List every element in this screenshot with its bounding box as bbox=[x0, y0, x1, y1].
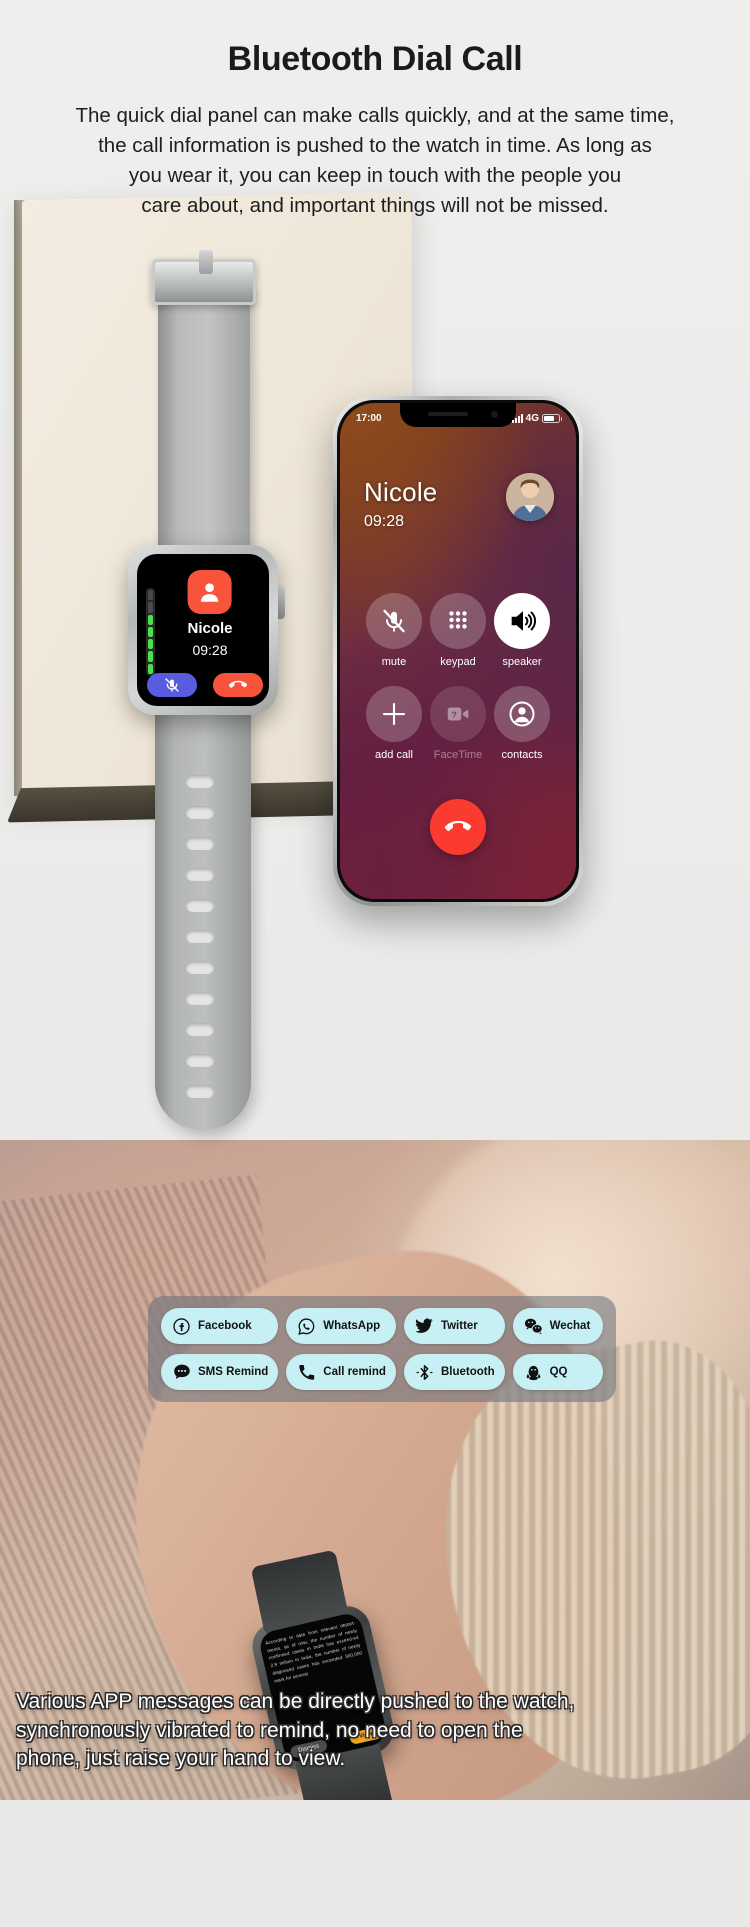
product-detail-page: Bluetooth Dial Call The quick dial panel… bbox=[0, 0, 750, 1927]
app-badge-label: Wechat bbox=[549, 1320, 591, 1332]
watch-case: Nicole 09:28 bbox=[128, 545, 278, 715]
svg-text:?: ? bbox=[452, 709, 457, 719]
phone-caller-name: Nicole bbox=[364, 477, 438, 507]
app-badge-label: Bluetooth bbox=[440, 1366, 495, 1378]
app-badge-wechat[interactable]: Wechat bbox=[512, 1308, 603, 1344]
mute-label: mute bbox=[381, 656, 407, 668]
app-badge-label: Facebook bbox=[198, 1320, 252, 1332]
app-badge-label: WhatsApp bbox=[323, 1320, 381, 1332]
phone-bezel: 17:00 4G Nicole 09:28 mute keypad speake… bbox=[337, 400, 579, 902]
phone-call-duration: 09:28 bbox=[364, 513, 405, 530]
app-badge-label: Call remind bbox=[323, 1366, 386, 1378]
keypad-label: keypad bbox=[440, 656, 476, 668]
wechat-icon bbox=[523, 1316, 544, 1337]
page-title: Bluetooth Dial Call bbox=[227, 40, 523, 78]
app-badge-whatsapp[interactable]: WhatsApp bbox=[286, 1308, 396, 1344]
facetime-video-icon: ? bbox=[430, 686, 486, 742]
page-description: The quick dial panel can make calls quic… bbox=[0, 101, 750, 222]
add-call-label: add call bbox=[375, 749, 413, 761]
app-badge-sms-remind[interactable]: SMS Remind bbox=[161, 1354, 279, 1390]
status-bar-indicators: 4G bbox=[511, 412, 562, 424]
watch-call-buttons bbox=[147, 673, 263, 697]
status-bar-time: 17:00 bbox=[356, 412, 382, 424]
watch-caller-avatar-icon bbox=[187, 570, 232, 614]
plus-icon bbox=[366, 686, 422, 742]
watch-call-duration: 09:28 bbox=[192, 642, 228, 658]
phone-handset-icon bbox=[296, 1362, 317, 1383]
qq-penguin-icon bbox=[523, 1362, 544, 1383]
network-label: 4G bbox=[525, 412, 539, 424]
phone-status-bar: 17:00 4G bbox=[340, 408, 576, 428]
app-badge-label: Twitter bbox=[440, 1320, 478, 1332]
facetime-label: FaceTime bbox=[433, 749, 483, 761]
watch-buckle bbox=[152, 250, 256, 305]
watch-end-call-button[interactable] bbox=[213, 673, 263, 697]
call-controls-grid: mute keypad speaker add call ? FaceTime … bbox=[340, 593, 576, 761]
mute-microphone-icon bbox=[366, 593, 422, 649]
speaker-label: speaker bbox=[502, 656, 542, 668]
avatar bbox=[506, 473, 554, 521]
description-line: The quick dial panel can make calls quic… bbox=[75, 104, 675, 127]
sms-bubble-icon bbox=[171, 1362, 192, 1383]
watch-strap-upper bbox=[158, 287, 250, 577]
facebook-icon bbox=[171, 1316, 192, 1337]
mute-button[interactable]: mute bbox=[362, 593, 426, 668]
app-badge-label: SMS Remind bbox=[198, 1366, 269, 1378]
speaker-button[interactable]: speaker bbox=[490, 593, 554, 668]
app-badge-bluetooth[interactable]: Bluetooth bbox=[403, 1354, 505, 1390]
caption-line: synchronously vibrated to remind, no nee… bbox=[16, 1718, 523, 1742]
smartphone: 17:00 4G Nicole 09:28 mute keypad speake… bbox=[333, 396, 583, 906]
caption-line: phone, just raise your hand to view. bbox=[16, 1747, 346, 1771]
keypad-icon bbox=[430, 593, 486, 649]
app-badge-call-remind[interactable]: Call remind bbox=[286, 1354, 396, 1390]
battery-icon bbox=[542, 413, 562, 423]
watch-strap-holes bbox=[186, 775, 220, 1116]
watch-screen: Nicole 09:28 bbox=[137, 554, 269, 706]
keypad-button[interactable]: keypad bbox=[426, 593, 490, 668]
app-badge-facebook[interactable]: Facebook bbox=[161, 1308, 279, 1344]
description-line: you wear it, you can keep in touch with … bbox=[128, 164, 622, 188]
bluetooth-icon bbox=[414, 1362, 435, 1383]
signal-bars-icon bbox=[511, 413, 523, 423]
header: Bluetooth Dial Call The quick dial panel… bbox=[0, 0, 750, 250]
app-badge-label: QQ bbox=[549, 1366, 568, 1378]
app-badges-panel: Facebook WhatsApp Twitter Wechat SMS Rem… bbox=[148, 1296, 616, 1402]
caption-line: Various APP messages can be directly pus… bbox=[16, 1690, 575, 1714]
notification-message: According to date from relevant depart-m… bbox=[264, 1620, 363, 1684]
description-line: the call information is pushed to the wa… bbox=[98, 134, 652, 158]
watch-mute-button[interactable] bbox=[147, 673, 197, 697]
whatsapp-icon bbox=[296, 1316, 317, 1337]
notification-scene: Facebook WhatsApp Twitter Wechat SMS Rem… bbox=[0, 1140, 750, 1800]
contacts-person-icon bbox=[494, 686, 550, 742]
twitter-bird-icon bbox=[414, 1316, 435, 1337]
watch-caller-name: Nicole bbox=[187, 620, 233, 637]
phone-caller-info: Nicole 09:28 bbox=[364, 477, 437, 531]
app-badge-qq[interactable]: QQ bbox=[512, 1354, 603, 1390]
app-badge-twitter[interactable]: Twitter bbox=[403, 1308, 505, 1344]
add-call-button[interactable]: add call bbox=[362, 686, 426, 761]
contacts-label: contacts bbox=[501, 749, 543, 761]
end-call-button[interactable] bbox=[430, 799, 486, 855]
bottom-caption: Various APP messages can be directly pus… bbox=[0, 1688, 750, 1774]
speaker-icon bbox=[494, 593, 550, 649]
contacts-button[interactable]: contacts bbox=[490, 686, 554, 761]
facetime-button: ? FaceTime bbox=[426, 686, 490, 761]
phone-screen: 17:00 4G Nicole 09:28 mute keypad speake… bbox=[340, 403, 576, 899]
description-line: care about, and important things will no… bbox=[141, 194, 609, 218]
